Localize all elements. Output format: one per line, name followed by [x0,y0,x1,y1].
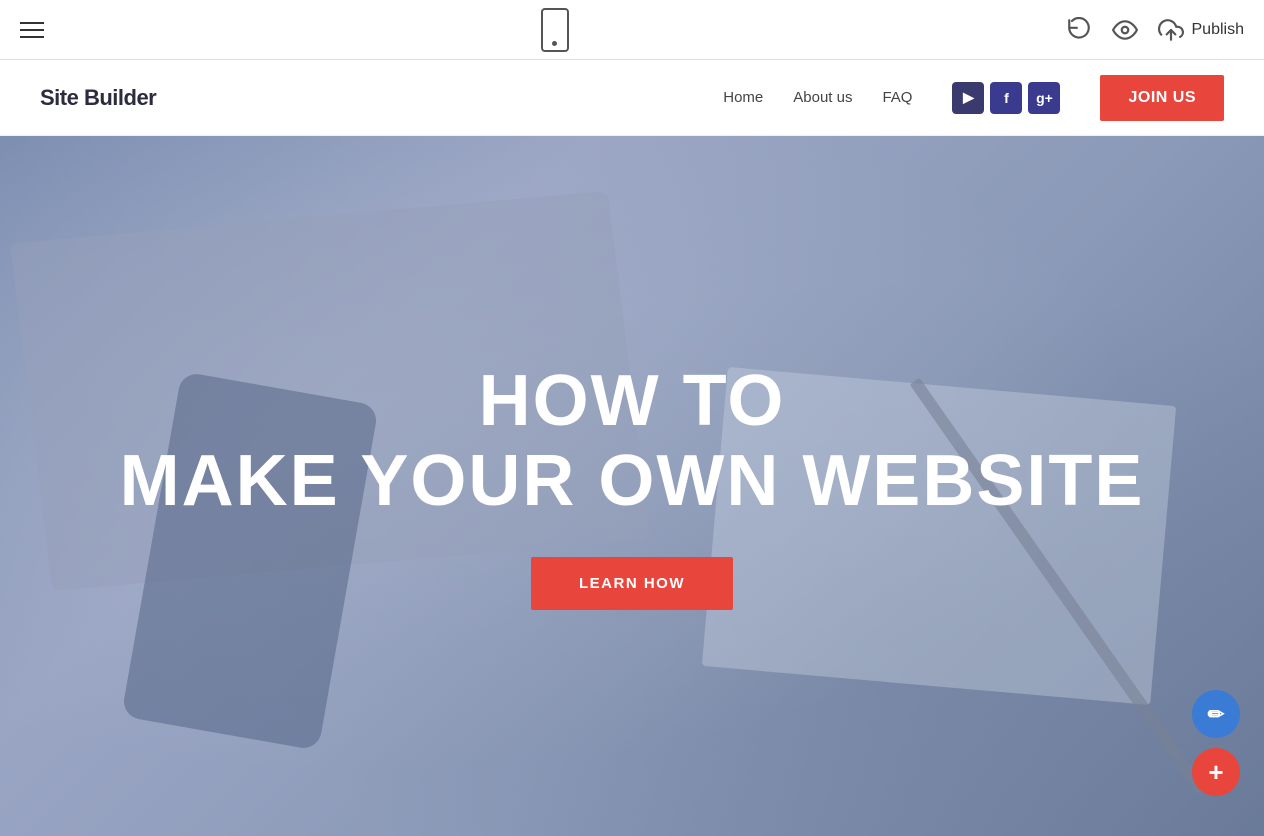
toolbar-right: Publish [1066,17,1244,43]
facebook-icon[interactable]: f [990,82,1022,114]
add-fab-button[interactable]: + [1192,748,1240,796]
hero-section: HOW TO MAKE YOUR OWN WEBSITE LEARN HOW [0,136,1264,836]
hamburger-menu-button[interactable] [20,22,44,38]
googleplus-icon[interactable]: g+ [1028,82,1060,114]
hero-title-line1: HOW TO [120,362,1145,441]
hamburger-line2 [20,29,44,31]
nav-link-about[interactable]: About us [793,89,852,106]
preview-eye-icon[interactable] [1112,17,1138,43]
undo-icon[interactable] [1066,17,1092,43]
publish-label: Publish [1192,21,1244,39]
edit-fab-button[interactable]: ✏ [1192,690,1240,738]
cloud-upload-icon [1158,17,1184,43]
nav-links: Home About us FAQ [723,89,912,106]
youtube-icon[interactable]: ▶ [952,82,984,114]
join-us-button[interactable]: JOIN US [1100,75,1224,121]
facebook-symbol: f [1004,90,1009,106]
add-fab-icon: + [1208,757,1223,788]
fab-container: ✏ + [1192,690,1240,796]
hero-title-line2: MAKE YOUR OWN WEBSITE [120,442,1145,521]
googleplus-symbol: g+ [1036,90,1053,106]
publish-button[interactable]: Publish [1158,17,1244,43]
edit-fab-icon: ✏ [1208,702,1225,727]
site-logo: Site Builder [40,85,156,111]
hero-content: HOW TO MAKE YOUR OWN WEBSITE LEARN HOW [120,362,1145,609]
toolbar-center [541,8,569,52]
toolbar-left [20,22,44,38]
social-icons: ▶ f g+ [952,82,1060,114]
youtube-symbol: ▶ [963,89,974,106]
hamburger-line1 [20,22,44,24]
mobile-preview-icon[interactable] [541,8,569,52]
mobile-icon-dot [552,41,557,46]
site-navigation: Site Builder Home About us FAQ ▶ f g+ JO… [0,60,1264,136]
nav-link-faq[interactable]: FAQ [882,89,912,106]
learn-how-button[interactable]: LEARN HOW [531,557,733,610]
hamburger-line3 [20,36,44,38]
toolbar: Publish [0,0,1264,60]
nav-link-home[interactable]: Home [723,89,763,106]
